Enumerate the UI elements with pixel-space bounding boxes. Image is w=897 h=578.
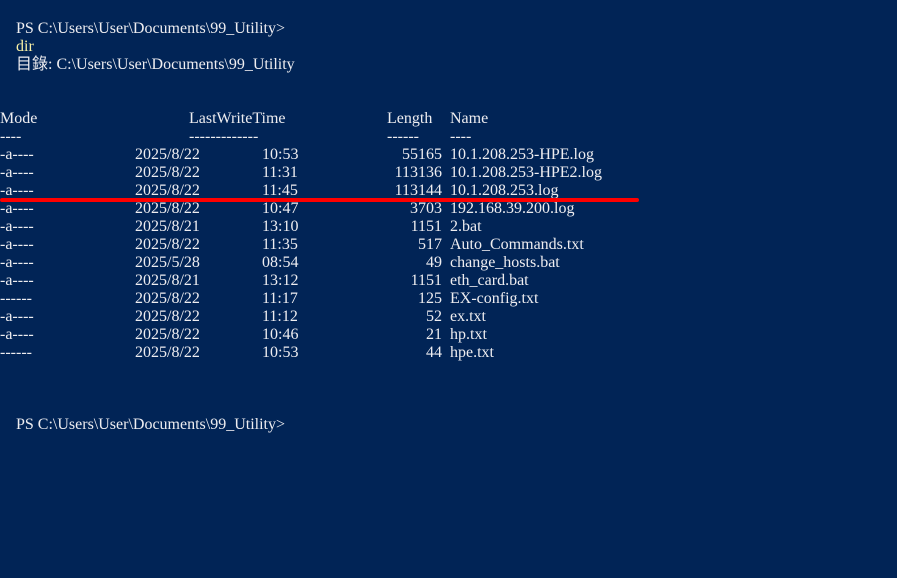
row-time: 11:12: [262, 308, 298, 325]
row-mode: -a----: [0, 254, 34, 271]
row-mode: -a----: [0, 200, 34, 217]
red-annotation-line: [0, 198, 639, 202]
row-mode: -a----: [0, 326, 34, 343]
row-date: 2025/5/28: [135, 254, 200, 271]
header-last-write-time: LastWriteTime: [189, 110, 286, 127]
underline-last-write-time: -------------: [189, 128, 259, 145]
row-time: 10:53: [262, 344, 299, 361]
table-row: -a---- 2025/8/22 11:31 113136 10.1.208.2…: [0, 164, 897, 182]
row-time: 10:53: [262, 146, 299, 163]
prompt-line-bottom[interactable]: PS C:\Users\User\Documents\99_Utility>: [0, 398, 285, 433]
row-time: 13:10: [262, 218, 299, 235]
row-time: 13:12: [262, 272, 299, 289]
table-row: -a---- 2025/8/21 13:12 1151 eth_card.bat: [0, 272, 897, 290]
row-length: 44: [426, 344, 442, 361]
table-header-underline: ---- ------------- ------ ----: [0, 128, 897, 146]
row-name: hpe.txt: [450, 344, 494, 361]
underline-mode: ----: [0, 128, 22, 145]
table-header: Mode LastWriteTime Length Name: [0, 110, 897, 128]
row-date: 2025/8/22: [135, 308, 200, 325]
row-time: 10:46: [262, 326, 299, 343]
row-mode: -a----: [0, 308, 34, 325]
row-date: 2025/8/22: [135, 344, 200, 361]
row-name: EX-config.txt: [450, 290, 539, 307]
command-text: dir: [16, 38, 34, 55]
row-date: 2025/8/22: [135, 164, 200, 181]
row-name: eth_card.bat: [450, 272, 529, 289]
row-length: 52: [426, 308, 442, 325]
row-name: 2.bat: [450, 218, 482, 235]
row-time: 11:31: [262, 164, 298, 181]
row-date: 2025/8/22: [135, 326, 200, 343]
row-name: Auto_Commands.txt: [450, 236, 584, 253]
row-name: 10.1.208.253-HPE.log: [450, 146, 594, 163]
table-row: ------ 2025/8/22 11:17 125 EX-config.txt: [0, 290, 897, 308]
header-name: Name: [450, 110, 489, 127]
prompt-prefix: PS C:\Users\User\Documents\99_Utility>: [16, 20, 286, 37]
row-length: 3703: [410, 200, 442, 217]
underline-name: ----: [450, 128, 472, 145]
row-length: 517: [418, 236, 442, 253]
row-length: 113136: [394, 164, 442, 181]
row-length: 21: [426, 326, 442, 343]
row-date: 2025/8/21: [135, 218, 200, 235]
row-time: 10:47: [262, 200, 299, 217]
header-mode: Mode: [0, 110, 38, 127]
row-length: 55165: [402, 146, 442, 163]
header-length: Length: [387, 110, 433, 127]
row-length: 1151: [410, 218, 442, 235]
table-row: -a---- 2025/8/22 10:46 21 hp.txt: [0, 326, 897, 344]
table-row: -a---- 2025/5/28 08:54 49 change_hosts.b…: [0, 254, 897, 272]
row-mode: ------: [0, 290, 32, 307]
directory-label: 目錄: C:\Users\User\Documents\99_Utility: [0, 56, 295, 73]
row-date: 2025/8/22: [135, 146, 200, 163]
table-row: -a---- 2025/8/21 13:10 1151 2.bat: [0, 218, 897, 236]
row-name: hp.txt: [450, 326, 487, 343]
row-length: 125: [418, 290, 442, 307]
row-date: 2025/8/22: [135, 236, 200, 253]
row-date: 2025/8/22: [135, 290, 200, 307]
row-length: 49: [426, 254, 442, 271]
row-mode: -a----: [0, 272, 34, 289]
row-time: 08:54: [262, 254, 299, 271]
row-mode: -a----: [0, 218, 34, 235]
row-time: 11:17: [262, 290, 298, 307]
row-name: 10.1.208.253-HPE2.log: [450, 164, 602, 181]
row-name: 192.168.39.200.log: [450, 200, 575, 217]
row-mode: -a----: [0, 236, 34, 253]
row-date: 2025/8/21: [135, 272, 200, 289]
table-row: -a---- 2025/8/22 10:53 55165 10.1.208.25…: [0, 146, 897, 164]
table-row: -a---- 2025/8/22 10:47 3703 192.168.39.2…: [0, 200, 897, 218]
prompt-line-top: PS C:\Users\User\Documents\99_Utility> d…: [0, 2, 285, 55]
table-row: -a---- 2025/8/22 11:35 517 Auto_Commands…: [0, 236, 897, 254]
row-mode: -a----: [0, 146, 34, 163]
table-row: -a---- 2025/8/22 11:12 52 ex.txt: [0, 308, 897, 326]
row-length: 1151: [410, 272, 442, 289]
prompt-prefix: PS C:\Users\User\Documents\99_Utility>: [16, 416, 286, 433]
powershell-console[interactable]: PS C:\Users\User\Documents\99_Utility> d…: [0, 0, 897, 578]
row-name: change_hosts.bat: [450, 254, 560, 271]
row-name: ex.txt: [450, 308, 486, 325]
row-date: 2025/8/22: [135, 200, 200, 217]
table-row: ------ 2025/8/22 10:53 44 hpe.txt: [0, 344, 897, 362]
row-mode: ------: [0, 344, 32, 361]
row-mode: -a----: [0, 164, 34, 181]
underline-length: ------: [387, 128, 419, 145]
row-time: 11:35: [262, 236, 298, 253]
